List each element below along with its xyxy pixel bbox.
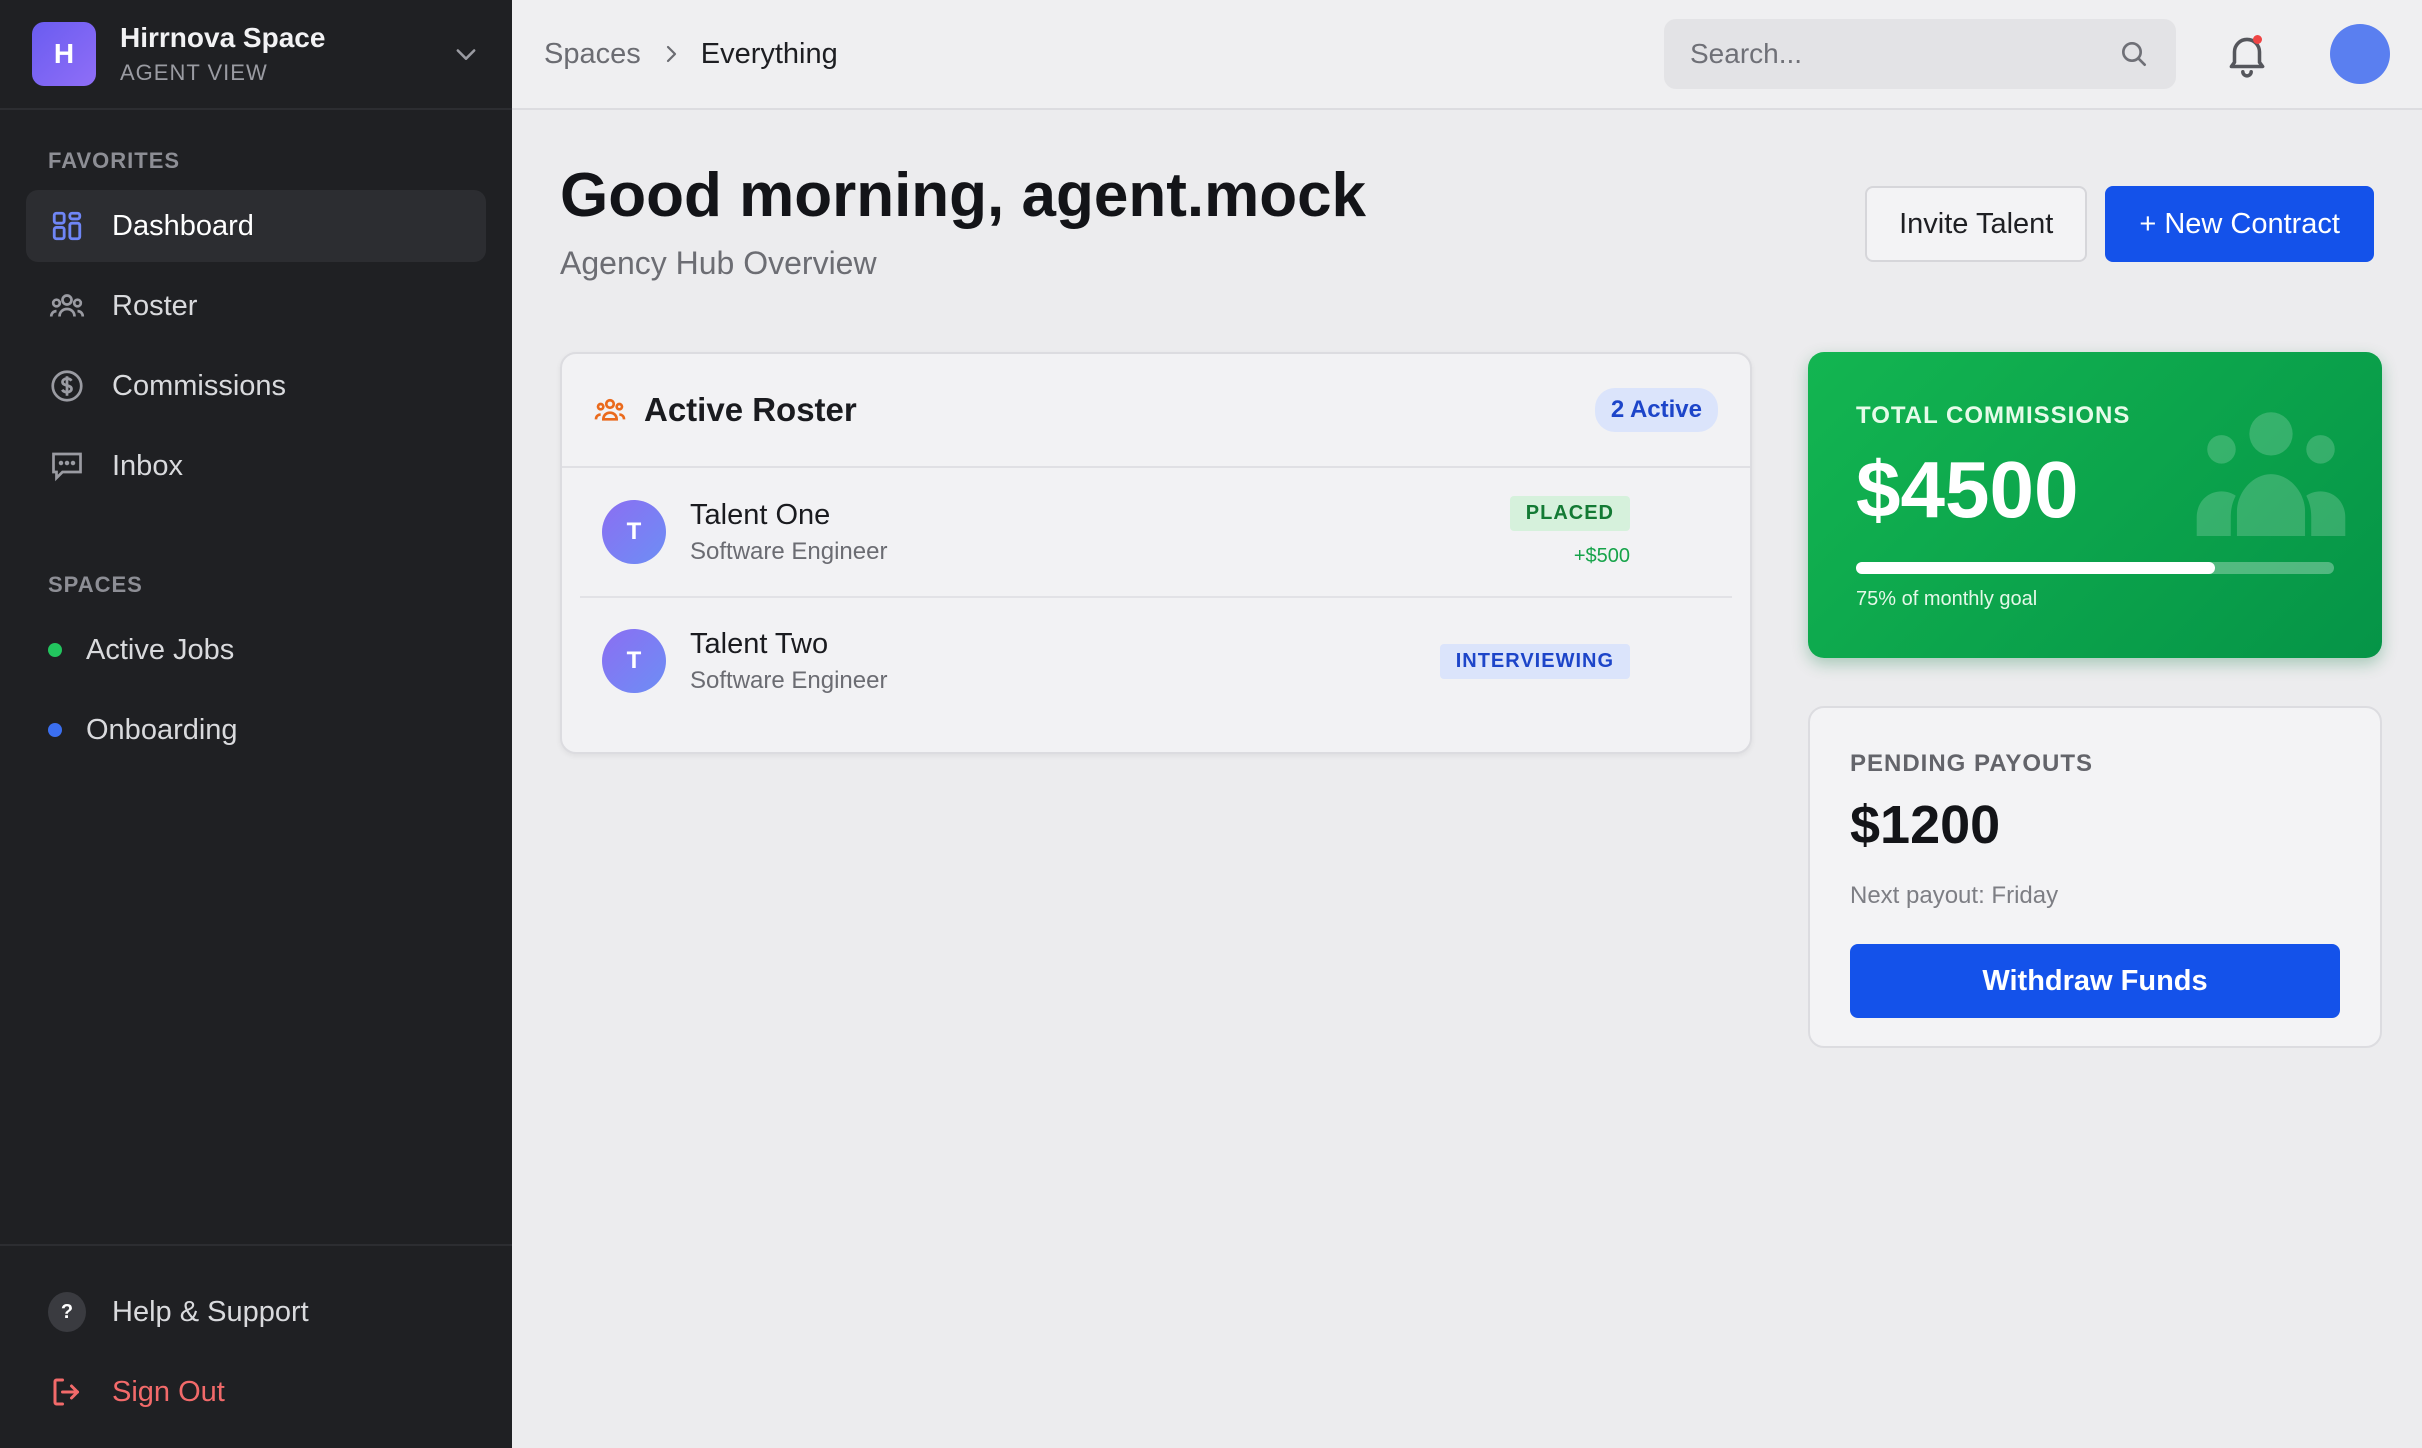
workspace-switcher[interactable]: H Hirrnova Space AGENT VIEW (0, 0, 512, 110)
talent-status-group: INTERVIEWING (1439, 643, 1630, 679)
talent-role: Software Engineer (690, 666, 888, 694)
status-badge: INTERVIEWING (1439, 643, 1630, 679)
sidebar-item-dashboard[interactable]: Dashboard (26, 190, 486, 262)
sidebar-footer: ? Help & Support Sign Out (0, 1244, 512, 1448)
search-box (1664, 19, 2176, 89)
talent-name: Talent One (690, 498, 831, 531)
talent-role: Software Engineer (690, 537, 888, 565)
chat-icon (48, 447, 86, 485)
talent-avatar: T (602, 500, 666, 564)
dollar-icon (48, 367, 86, 405)
sidebar-item-label: Roster (112, 289, 198, 322)
dashboard-content: Good morning, agent.mock Agency Hub Over… (560, 110, 2382, 1048)
active-count-badge: 2 Active (1594, 388, 1718, 432)
active-roster-card: Active Roster 2 Active T Talent One Soft… (560, 352, 1752, 754)
status-badge: PLACED (1509, 496, 1630, 531)
app-window: H Hirrnova Space AGENT VIEW FAVORITES Da… (0, 0, 2422, 1448)
sign-out-label: Sign Out (112, 1375, 225, 1408)
space-item-active-jobs[interactable]: Active Jobs (26, 614, 486, 686)
bell-icon (2229, 37, 2265, 78)
help-glyph: ? (48, 1292, 86, 1332)
sidebar-item-label: Inbox (112, 449, 183, 482)
sidebar-item-commissions[interactable]: Commissions (26, 350, 486, 422)
main-area: Spaces Everything Good morning, agent.mo… (512, 0, 2422, 1448)
sign-out-button[interactable]: Sign Out (26, 1356, 486, 1428)
sidebar-item-roster[interactable]: Roster (26, 270, 486, 342)
payouts-value: $1200 (1850, 795, 2001, 855)
notification-dot (2253, 35, 2262, 44)
help-icon: ? (48, 1292, 86, 1332)
talent-avatar: T (602, 629, 666, 693)
payouts-label: PENDING PAYOUTS (1850, 750, 2094, 777)
search-input[interactable] (1690, 38, 2118, 70)
table-row[interactable]: T Talent Two Software Engineer INTERVIEW… (580, 596, 1732, 724)
chevron-down-icon[interactable] (452, 40, 480, 68)
talent-info: Talent One Software Engineer (690, 499, 1486, 566)
space-item-onboarding[interactable]: Onboarding (26, 694, 486, 766)
sidebar-item-label: Commissions (112, 369, 287, 402)
favorites-label: FAVORITES (48, 148, 181, 173)
goal-progress-bar (1856, 562, 2334, 574)
talent-info: Talent Two Software Engineer (690, 628, 1416, 695)
total-commissions-card: TOTAL COMMISSIONS $4500 75% of monthly g… (1808, 352, 2382, 658)
search-icon[interactable] (2118, 38, 2150, 70)
withdraw-funds-button[interactable]: Withdraw Funds (1850, 944, 2340, 1018)
help-label: Help & Support (112, 1295, 309, 1328)
spaces-label: SPACES (48, 572, 143, 597)
workspace-logo: H (32, 22, 96, 86)
goal-note: 75% of monthly goal (1856, 588, 2038, 610)
space-item-label: Active Jobs (86, 633, 235, 666)
breadcrumb: Spaces Everything (544, 38, 1664, 71)
invite-talent-button[interactable]: Invite Talent (1865, 186, 2088, 262)
avatar[interactable] (2330, 24, 2390, 84)
roster-header: Active Roster 2 Active (562, 354, 1750, 468)
dashboard-icon (48, 207, 86, 245)
topbar: Spaces Everything (512, 0, 2422, 110)
breadcrumb-everything: Everything (700, 37, 838, 70)
help-support-link[interactable]: ? Help & Support (26, 1276, 486, 1348)
roster-title: Active Roster (644, 391, 857, 428)
notifications-button[interactable] (2222, 29, 2272, 79)
users-icon (48, 287, 86, 325)
chevron-right-icon (666, 45, 676, 63)
workspace-name: Hirrnova Space (120, 22, 326, 53)
breadcrumb-spaces[interactable]: Spaces (544, 38, 641, 71)
new-contract-button[interactable]: + New Contract (2105, 186, 2374, 262)
status-dot (48, 723, 62, 737)
workspace-subtitle: AGENT VIEW (120, 60, 268, 85)
commission-amount: +$500 (1573, 545, 1630, 567)
table-row[interactable]: T Talent One Software Engineer PLACED +$… (580, 468, 1732, 596)
workspace-text: Hirrnova Space AGENT VIEW (120, 22, 428, 86)
header-actions: Invite Talent + New Contract (1865, 186, 2374, 262)
sidebar-item-inbox[interactable]: Inbox (26, 430, 486, 502)
sign-out-icon (48, 1373, 86, 1411)
status-dot (48, 643, 62, 657)
space-item-label: Onboarding (86, 713, 238, 746)
users-icon (2196, 412, 2346, 536)
pending-payouts-card: PENDING PAYOUTS $1200 Next payout: Frida… (1808, 706, 2382, 1048)
sidebar: H Hirrnova Space AGENT VIEW FAVORITES Da… (0, 0, 512, 1448)
users-icon (594, 398, 626, 421)
talent-name: Talent Two (690, 627, 829, 660)
talent-status-group: PLACED +$500 (1509, 496, 1630, 568)
next-payout-note: Next payout: Friday (1850, 882, 2059, 909)
sidebar-item-label: Dashboard (112, 209, 254, 242)
goal-progress-fill (1856, 562, 2215, 574)
